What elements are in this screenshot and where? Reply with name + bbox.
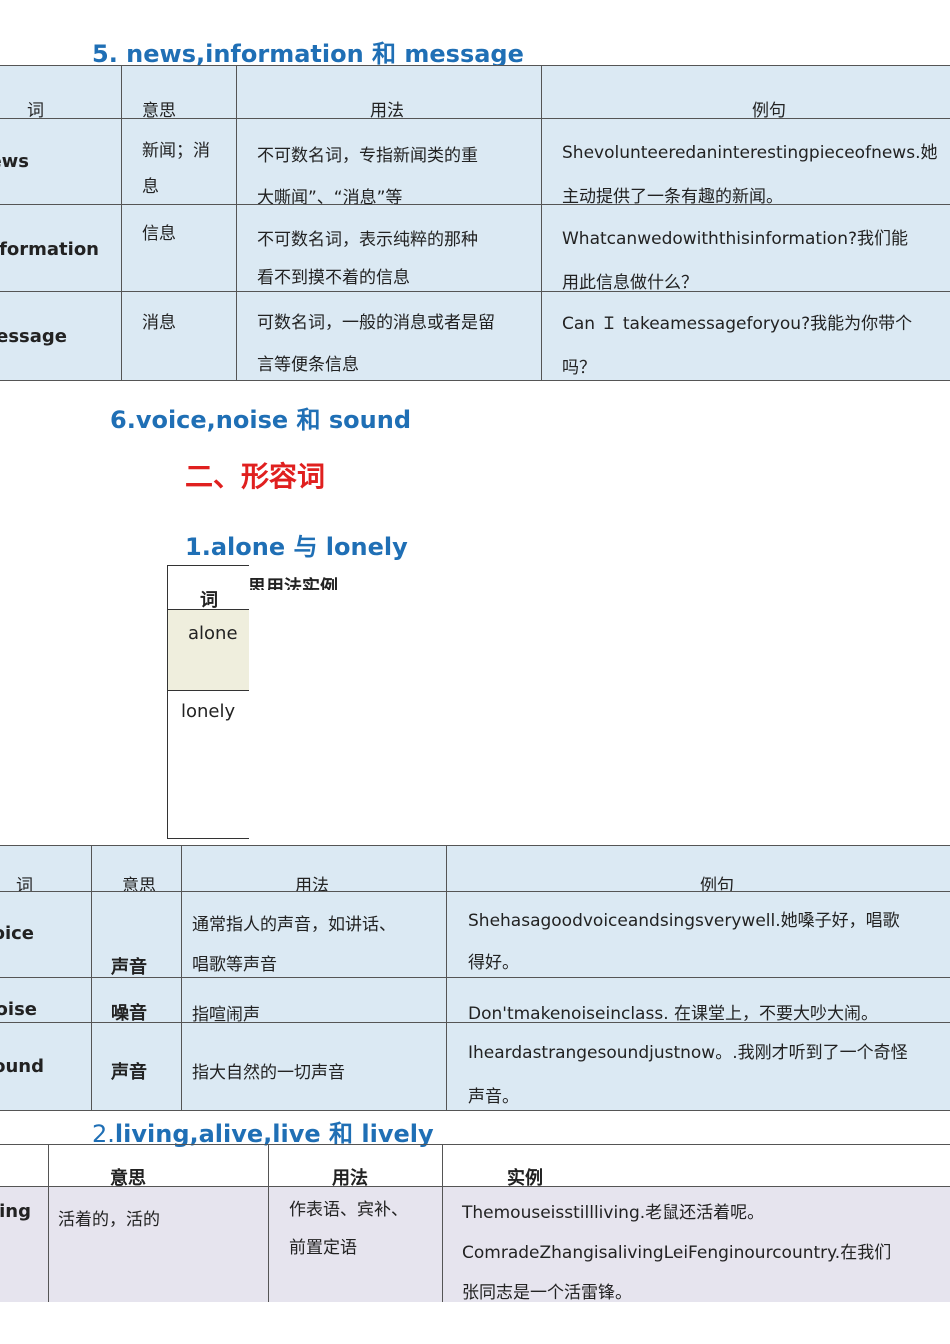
word-living: living (0, 1201, 32, 1222)
adjective-heading: 二、形容词 (185, 460, 326, 493)
alone-lonely-heading: 1.alone 与 lonely (185, 533, 408, 561)
example-message: Can Ｉ takeamessageforyou?我能为你带个 吗？ (562, 314, 913, 378)
header-usage: 用法 (236, 65, 542, 119)
header-word: 词 (0, 65, 122, 119)
usage-news: 不可数名词，专指新闻类的重 大嘶闻”、“消息”等 (257, 146, 478, 205)
table-row: voice 声音 通常指人的声音，如讲话、唱歌等声音 Shehasagoodvo… (0, 891, 950, 978)
table-row: sound 声音 指大自然的一切声音 Iheardastrangesoundju… (0, 1022, 950, 1111)
meaning-message: 消息 (142, 313, 176, 333)
word-voice: voice (1, 923, 35, 944)
usage-information: 不可数名词，表示纯粹的那种 看不到摸不着的信息 (257, 230, 478, 288)
alone-lonely-table: 词 alone lonely (167, 565, 249, 839)
word-information: information (0, 239, 100, 260)
section-6-heading: 6.voice,noise 和 sound (110, 406, 411, 434)
section-5-heading: 5. news,information 和 message (92, 40, 524, 68)
overlapping-header-text: 思用法实例 (248, 577, 338, 590)
meaning-information: 信息 (142, 224, 176, 244)
table-row: alone (168, 610, 249, 691)
header-meaning: 意思 (121, 65, 237, 119)
table-row: lonely (181, 701, 236, 722)
table-row: living 活着的，活的 作表语、宾补、前置定语 Themouseisstil… (0, 1186, 950, 1307)
living-table: 意思 用法 实例 living 活着的，活的 作表语、宾补、前置定语 Themo… (0, 1144, 950, 1307)
table-row: noise 噪音 指喧闹声 Don'tmakenoiseinclass. 在课堂… (0, 977, 950, 1023)
word-noise: noise (1, 999, 38, 1020)
header-example: 例句 (541, 65, 950, 119)
word-sound: sound (1, 1056, 45, 1077)
header-word: 词 (200, 590, 218, 611)
word-message: message (1, 326, 68, 347)
example-news: Shevolunteeredaninterestingpieceofnews.她… (562, 143, 938, 205)
table-row: message 消息 可数名词，一般的消息或者是留言等便条信息 Can Ｉ ta… (0, 291, 950, 381)
voice-table: 词 意思 用法 例句 voice 声音 通常指人的声音，如讲话、唱歌等声音 Sh… (0, 845, 950, 1111)
word-news: news (1, 151, 30, 172)
document-page: { "s5": { "heading": "5. news,informatio… (0, 0, 950, 1344)
table-row: information 信息 不可数名词，表示纯粹的那种看不到摸不着的信息 Wh… (0, 204, 950, 292)
table-row: news 新闻；消息 不可数名词，专指新闻类的重大嘶闻”、“消息”等 Shevo… (0, 118, 950, 205)
news-table: 词 意思 用法 例句 news 新闻；消息 不可数名词，专指新闻类的重大嘶闻”、… (0, 65, 950, 381)
meaning-news: 新闻；消息 (142, 141, 210, 197)
usage-message: 可数名词，一般的消息或者是留 言等便条信息 (257, 313, 495, 375)
example-information: Whatcanwedowiththisinformation?我们能 用此信息做什… (562, 229, 908, 292)
